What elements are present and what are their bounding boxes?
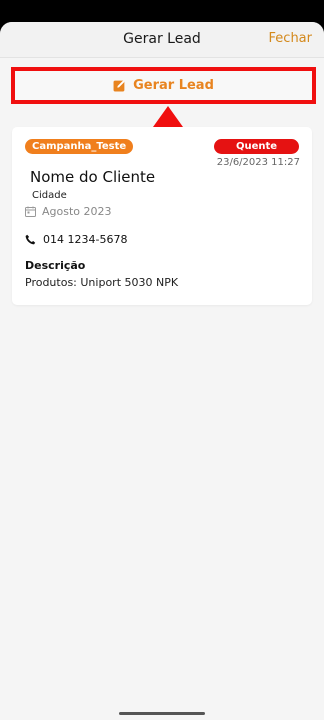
month-row: Agosto 2023 — [25, 205, 112, 218]
home-indicator[interactable] — [119, 712, 205, 715]
status-bar — [0, 0, 324, 22]
lead-datetime: 23/6/2023 11:27 — [216, 157, 300, 168]
phone-number: 014 1234-5678 — [43, 233, 128, 246]
description-title: Descrição — [25, 259, 86, 272]
client-name: Nome do Cliente — [30, 168, 156, 186]
close-button[interactable]: Fechar — [269, 31, 312, 46]
calendar-icon — [25, 206, 36, 217]
generate-lead-label: Gerar Lead — [133, 78, 214, 93]
lead-month: Agosto 2023 — [42, 205, 112, 218]
phone-row[interactable]: 014 1234-5678 — [25, 233, 127, 246]
city: Cidade — [32, 190, 67, 201]
edit-icon — [113, 80, 125, 92]
campaign-badge: Campanha_Teste — [25, 139, 134, 154]
generate-lead-button[interactable]: Gerar Lead — [11, 67, 316, 104]
phone-icon — [25, 234, 36, 245]
temperature-badge: Quente — [214, 139, 299, 154]
lead-card[interactable]: Campanha_Teste Quente 23/6/2023 11:27 No… — [12, 127, 312, 305]
header: Gerar Lead Fechar — [0, 22, 324, 58]
generate-lead-sheet: Gerar Lead Fechar Gerar Lead Campanha_Te… — [0, 22, 324, 720]
description-text: Produtos: Uniport 5030 NPK — [25, 276, 179, 289]
